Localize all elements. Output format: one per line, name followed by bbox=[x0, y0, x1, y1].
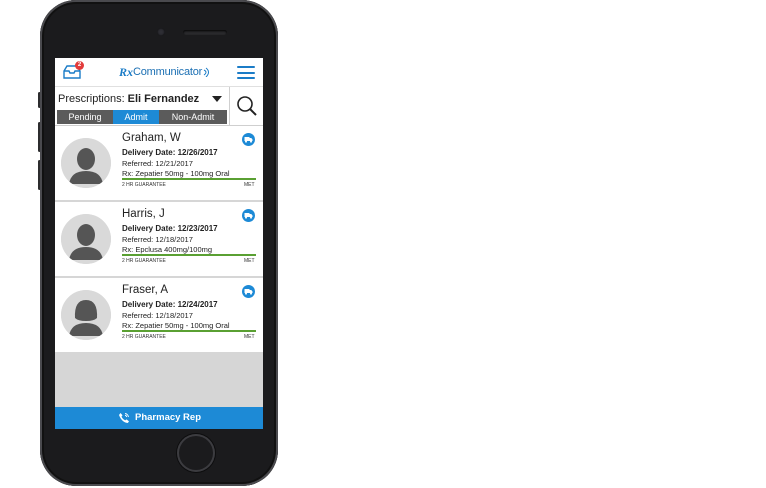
front-camera bbox=[157, 28, 165, 36]
patient-card[interactable]: Harris, J Delivery Date: 12/23/2017 Refe… bbox=[55, 202, 263, 277]
guarantee-progress-bar bbox=[122, 330, 256, 332]
referred-date: Referred: 12/18/2017 bbox=[122, 235, 193, 244]
tab-non-admit[interactable]: Non-Admit bbox=[159, 110, 227, 124]
search-icon bbox=[237, 96, 257, 116]
app-logo: Rx Communicator bbox=[119, 64, 211, 80]
prescriptions-selector-row: Prescriptions: Eli Fernandez Pending Admi… bbox=[55, 87, 263, 126]
inbox-badge: 2 bbox=[75, 61, 84, 70]
prescription: Rx: Zepatier 50mg - 100mg Oral bbox=[122, 321, 230, 330]
logo-text: Communicator bbox=[133, 66, 203, 78]
guarantee-status: MET bbox=[244, 182, 255, 188]
phone-icon bbox=[119, 413, 129, 423]
prescriptions-dropdown[interactable]: Prescriptions: Eli Fernandez bbox=[58, 91, 228, 108]
tab-admit[interactable]: Admit bbox=[113, 110, 159, 124]
avatar bbox=[61, 138, 111, 188]
logo-rx: Rx bbox=[119, 64, 134, 79]
guarantee-progress-bar bbox=[122, 254, 256, 256]
pharmacy-rep-button[interactable]: Pharmacy Rep bbox=[55, 407, 263, 429]
delivery-date: Delivery Date: 12/23/2017 bbox=[122, 224, 218, 233]
prescription: Rx: Epclusa 400mg/100mg bbox=[122, 245, 213, 254]
referred-date: Referred: 12/18/2017 bbox=[122, 311, 193, 320]
chevron-down-icon[interactable] bbox=[212, 96, 222, 102]
guarantee-label: 2 HR GUARANTEE bbox=[122, 258, 166, 264]
tab-pending[interactable]: Pending bbox=[57, 110, 113, 124]
avatar bbox=[61, 214, 111, 264]
signal-waves-icon bbox=[203, 67, 210, 77]
app-header: 2 Rx Communicator bbox=[55, 58, 263, 87]
guarantee-status: MET bbox=[244, 258, 255, 264]
patient-name: Harris, J bbox=[122, 208, 165, 220]
guarantee-progress-bar bbox=[122, 178, 256, 180]
patient-name: Fraser, A bbox=[122, 284, 169, 296]
hamburger-menu-icon[interactable] bbox=[237, 66, 255, 79]
delivery-truck-icon bbox=[242, 133, 255, 146]
status-tabs: Pending Admit Non-Admit bbox=[57, 110, 227, 124]
delivery-date: Delivery Date: 12/24/2017 bbox=[122, 300, 218, 309]
earpiece-speaker bbox=[183, 30, 227, 35]
delivery-truck-icon bbox=[242, 209, 255, 222]
delivery-date: Delivery Date: 12/26/2017 bbox=[122, 148, 218, 157]
delivery-truck-icon bbox=[242, 285, 255, 298]
guarantee-status: MET bbox=[244, 334, 255, 340]
patient-card[interactable]: Fraser, A Delivery Date: 12/24/2017 Refe… bbox=[55, 278, 263, 353]
search-button[interactable] bbox=[229, 87, 263, 125]
patient-name: Graham, W bbox=[122, 132, 181, 144]
avatar bbox=[61, 290, 111, 340]
referred-date: Referred: 12/21/2017 bbox=[122, 159, 193, 168]
patient-card[interactable]: Graham, W Delivery Date: 12/26/2017 Refe… bbox=[55, 126, 263, 201]
guarantee-label: 2 HR GUARANTEE bbox=[122, 182, 166, 188]
selector-label: Prescriptions: bbox=[58, 93, 125, 105]
footer-label: Pharmacy Rep bbox=[135, 412, 202, 423]
app-screen: 2 Rx Communicator Prescriptions: Eli Fern… bbox=[55, 58, 263, 429]
selector-patient-name: Eli Fernandez bbox=[127, 93, 200, 105]
home-button[interactable] bbox=[177, 434, 215, 472]
guarantee-label: 2 HR GUARANTEE bbox=[122, 334, 166, 340]
prescription: Rx: Zepatier 50mg - 100mg Oral bbox=[122, 169, 230, 178]
